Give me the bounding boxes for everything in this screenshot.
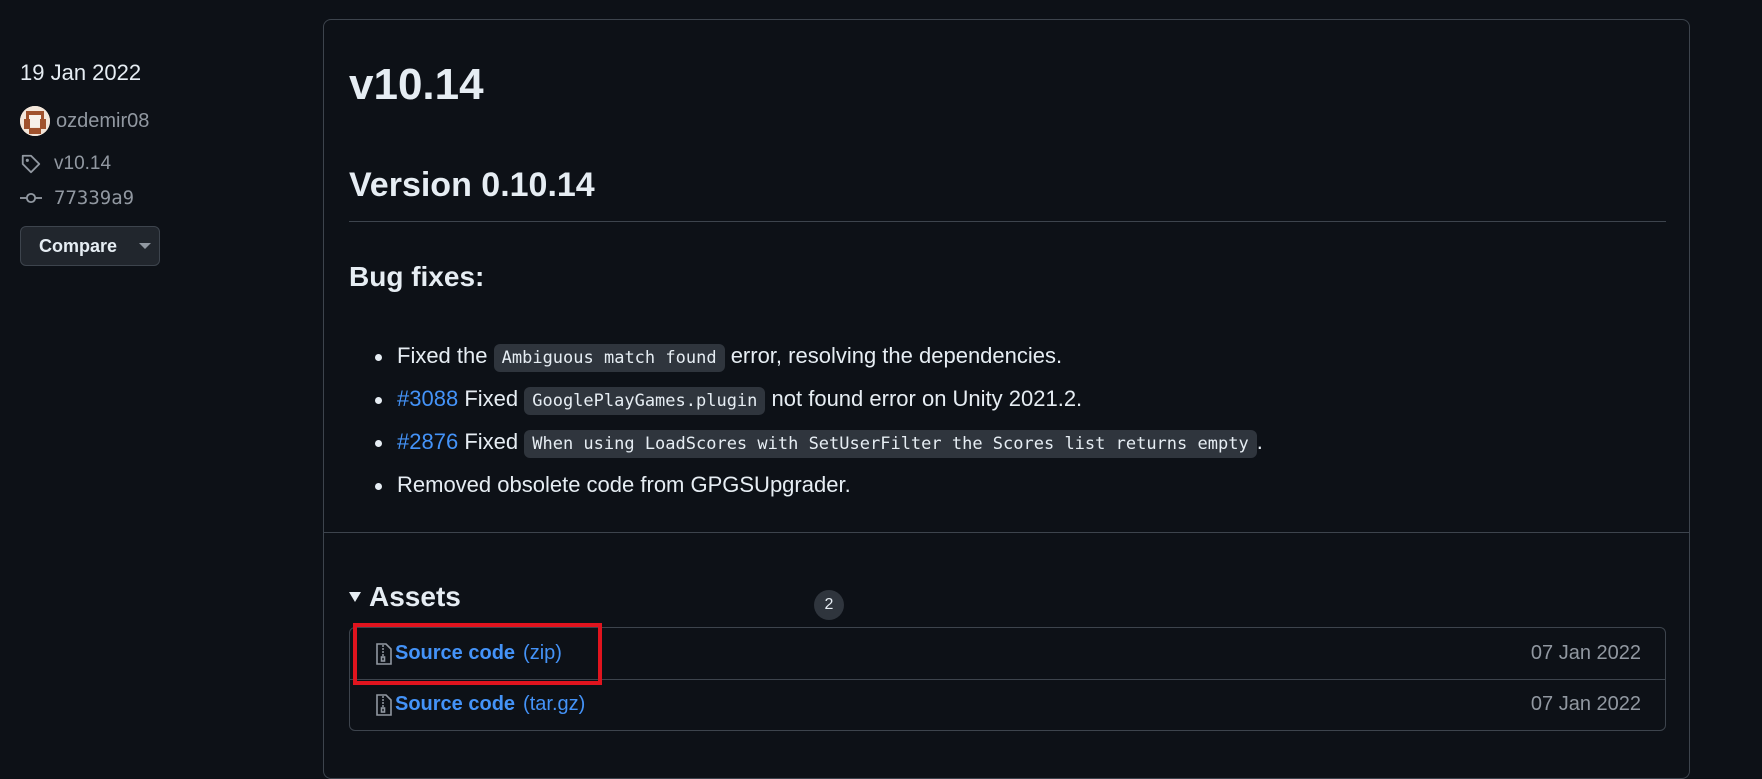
asset-download-link[interactable]: Source code (zip) xyxy=(375,642,562,665)
asset-download-link[interactable]: Source code (tar.gz) xyxy=(375,693,585,716)
asset-row: Source code (tar.gz) 07 Jan 2022 xyxy=(350,679,1665,730)
section-divider xyxy=(324,532,1689,533)
tag-name[interactable]: v10.14 xyxy=(54,153,111,175)
release-title[interactable]: v10.14 xyxy=(349,60,484,110)
author-name[interactable]: ozdemir08 xyxy=(56,110,149,133)
list-item: Fixed the Ambiguous match found error, r… xyxy=(349,340,1263,383)
issue-link[interactable]: #3088 xyxy=(397,386,458,411)
triangle-down-icon xyxy=(349,592,361,602)
heading-divider xyxy=(349,221,1666,222)
asset-row: Source code (zip) 07 Jan 2022 xyxy=(350,628,1665,680)
assets-count-badge: 2 xyxy=(814,590,844,620)
asset-extension[interactable]: (tar.gz) xyxy=(523,693,585,716)
git-commit-icon xyxy=(20,192,42,204)
tag-icon xyxy=(21,154,41,174)
file-zip-icon xyxy=(376,693,392,716)
version-heading: Version 0.10.14 xyxy=(349,166,595,204)
inline-code: Ambiguous match found xyxy=(493,344,725,372)
avatar[interactable] xyxy=(20,106,50,136)
release-card: v10.14 Version 0.10.14 Bug fixes: Fixed … xyxy=(323,19,1690,779)
asset-extension[interactable]: (zip) xyxy=(523,642,562,665)
asset-name[interactable]: Source code xyxy=(395,642,515,665)
bug-fixes-heading: Bug fixes: xyxy=(349,261,485,292)
file-zip-icon xyxy=(376,642,392,665)
assets-list: Source code (zip) 07 Jan 2022 Source cod… xyxy=(349,627,1666,731)
release-date: 19 Jan 2022 xyxy=(20,60,142,85)
asset-date: 07 Jan 2022 xyxy=(1530,642,1641,664)
assets-toggle[interactable]: Assets xyxy=(349,581,461,613)
list-item: #2876 Fixed When using LoadScores with S… xyxy=(349,426,1263,469)
compare-button[interactable]: Compare xyxy=(20,226,160,266)
commit-sha[interactable]: 77339a9 xyxy=(54,187,134,209)
caret-down-icon xyxy=(139,243,152,249)
asset-name[interactable]: Source code xyxy=(395,693,515,716)
list-item: Removed obsolete code from GPGSUpgrader. xyxy=(349,469,1263,512)
inline-code: When using LoadScores with SetUserFilter… xyxy=(524,430,1257,458)
compare-label: Compare xyxy=(39,235,118,256)
bug-fix-list: Fixed the Ambiguous match found error, r… xyxy=(349,340,1263,512)
issue-link[interactable]: #2876 xyxy=(397,429,458,454)
commit-link[interactable]: 77339a9 xyxy=(20,187,134,209)
tag-link[interactable]: v10.14 xyxy=(20,153,111,175)
asset-date: 07 Jan 2022 xyxy=(1530,693,1641,715)
assets-heading: Assets xyxy=(369,581,461,612)
inline-code: GooglePlayGames.plugin xyxy=(524,387,766,415)
release-body: v10.14 Version 0.10.14 Bug fixes: Fixed … xyxy=(324,20,1689,532)
author[interactable]: ozdemir08 xyxy=(20,106,149,136)
list-item: #3088 Fixed GooglePlayGames.plugin not f… xyxy=(349,383,1263,426)
